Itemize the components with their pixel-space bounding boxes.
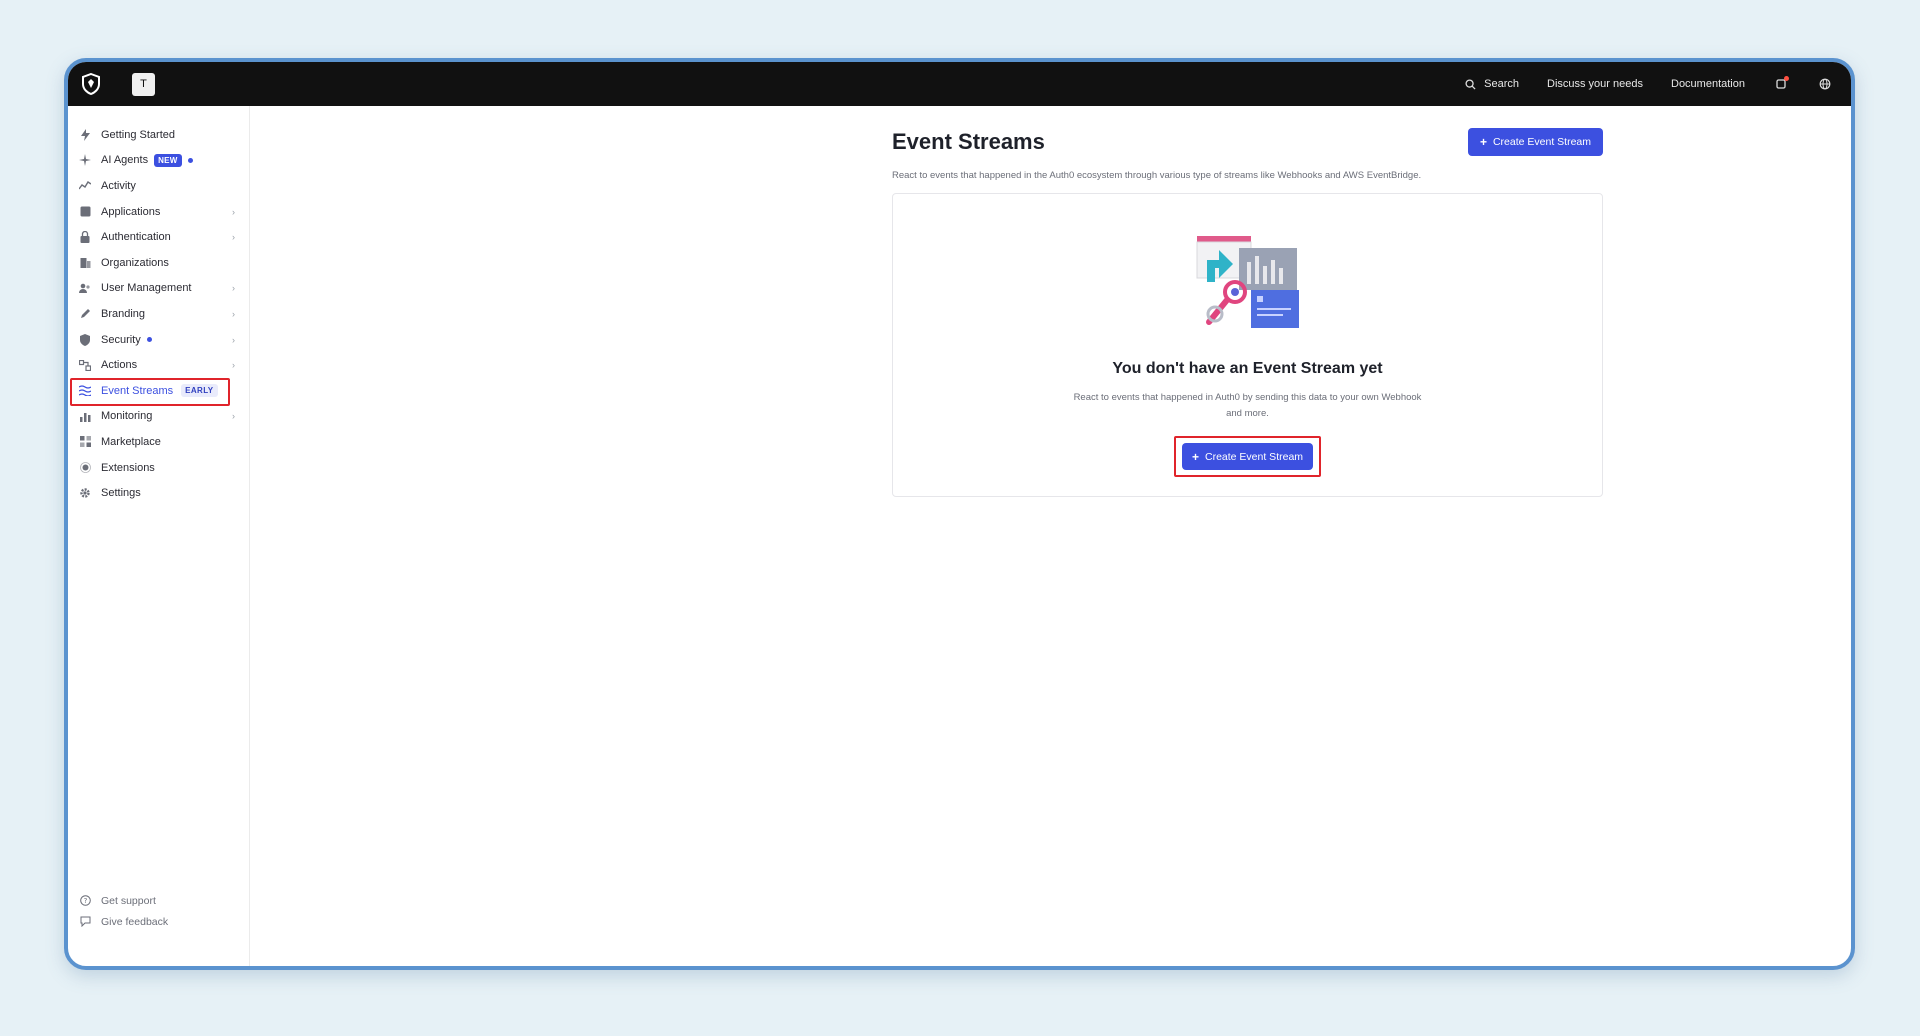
main-content: Event Streams + Create Event Stream Reac… [250, 106, 1851, 966]
globe-icon [1817, 76, 1833, 92]
language-button[interactable] [1817, 76, 1833, 92]
new-badge: NEW [154, 153, 182, 167]
top-bar: T Search Discuss your needs Documentatio… [68, 62, 1851, 106]
sidebar-item-applications[interactable]: Applications › [68, 199, 249, 225]
sidebar-item-extensions[interactable]: Extensions [68, 455, 249, 481]
chevron-right-icon: › [232, 411, 235, 422]
page-header: Event Streams + Create Event Stream [892, 126, 1603, 158]
chevron-right-icon: › [232, 283, 235, 294]
plus-icon: + [1479, 135, 1487, 149]
sidebar-item-settings[interactable]: Settings [68, 480, 249, 506]
give-feedback-link[interactable]: Give feedback [68, 911, 249, 932]
page-description: React to events that happened in the Aut… [892, 170, 1422, 181]
sidebar-item-event-streams[interactable]: Event Streams EARLY [68, 377, 249, 406]
extensions-icon [78, 461, 92, 475]
empty-state-description: React to events that happened in Auth0 b… [1073, 392, 1422, 419]
sidebar-item-security[interactable]: Security › [68, 327, 249, 353]
chevron-right-icon: › [232, 308, 235, 319]
pen-icon [78, 307, 92, 321]
sidebar: Getting Started AI Agents NEW Activity A… [68, 106, 250, 966]
top-links: Search Discuss your needs Documentation [1462, 76, 1833, 92]
bolt-icon [78, 128, 92, 142]
sidebar-footer: ? Get support Give feedback [68, 890, 249, 932]
sidebar-item-authentication[interactable]: Authentication › [68, 224, 249, 250]
chevron-right-icon: › [232, 206, 235, 217]
svg-text:?: ? [83, 897, 87, 905]
event-stream-illustration-icon [1196, 236, 1299, 328]
create-event-stream-button[interactable]: + Create Event Stream [1467, 128, 1603, 156]
marketplace-icon [78, 435, 92, 449]
sparkle-icon [78, 153, 92, 167]
applications-icon [78, 205, 92, 219]
event-streams-icon [78, 384, 92, 398]
sidebar-item-ai-agents[interactable]: AI Agents NEW [68, 148, 249, 174]
search-button[interactable]: Search [1462, 76, 1519, 92]
sidebar-item-user-management[interactable]: User Management › [68, 276, 249, 302]
sidebar-item-marketplace[interactable]: Marketplace [68, 429, 249, 455]
sidebar-item-monitoring[interactable]: Monitoring › [68, 404, 249, 430]
discuss-link[interactable]: Discuss your needs [1547, 78, 1643, 90]
browser-window: T Search Discuss your needs Documentatio… [64, 58, 1855, 970]
chevron-right-icon: › [232, 360, 235, 371]
feedback-icon [78, 915, 92, 929]
get-support-link[interactable]: ? Get support [68, 890, 249, 911]
security-dot [146, 337, 152, 343]
auth0-logo-icon[interactable] [80, 73, 102, 95]
activity-icon [78, 179, 92, 193]
plus-icon: + [1191, 449, 1199, 464]
tenant-selector[interactable]: T [132, 72, 155, 96]
sidebar-item-activity[interactable]: Activity [68, 173, 249, 199]
sidebar-item-branding[interactable]: Branding › [68, 301, 249, 327]
search-label: Search [1484, 78, 1519, 90]
page-title: Event Streams [892, 129, 1045, 154]
notification-dot [1784, 76, 1789, 81]
chevron-right-icon: › [232, 232, 235, 243]
sidebar-item-getting-started[interactable]: Getting Started [68, 122, 249, 148]
documentation-link[interactable]: Documentation [1671, 78, 1745, 90]
users-icon [78, 281, 92, 295]
empty-state-title: You don't have an Event Stream yet [1112, 360, 1383, 377]
notifications-button[interactable] [1773, 76, 1789, 92]
highlight-box: + Create Event Stream [1173, 436, 1322, 477]
ai-agents-dot [187, 157, 193, 163]
help-icon: ? [78, 894, 92, 908]
shield-icon [78, 333, 92, 347]
early-badge: EARLY [181, 384, 218, 398]
search-icon [1462, 76, 1478, 92]
bell-icon [1773, 76, 1789, 92]
gear-icon [78, 486, 92, 500]
lock-icon [78, 230, 92, 244]
empty-state-card: You don't have an Event Stream yet React… [892, 193, 1603, 497]
bar-chart-icon [78, 409, 92, 423]
building-icon [78, 256, 92, 270]
sidebar-item-organizations[interactable]: Organizations [68, 250, 249, 276]
empty-state-create-button[interactable]: + Create Event Stream [1181, 443, 1314, 470]
chevron-right-icon: › [232, 334, 235, 345]
sidebar-item-actions[interactable]: Actions › [68, 352, 249, 378]
actions-icon [78, 358, 92, 372]
